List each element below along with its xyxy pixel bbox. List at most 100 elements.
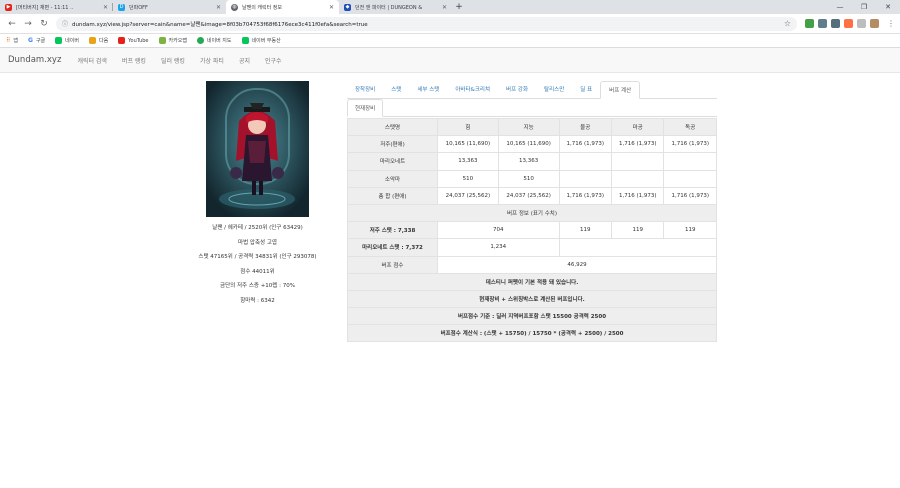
nav-virtual-party[interactable]: 가상 파티	[200, 56, 224, 65]
google-icon: G	[28, 37, 33, 44]
table-header: 마공	[610, 117, 665, 137]
detail-panel: 장착장비 스탯 세부 스탯 아바타&크리쳐 버프 강화 탈리스만 딜 표 버프 …	[347, 81, 717, 343]
bookmark-naver-realestate[interactable]: 네이버 부동산	[241, 37, 281, 44]
nav-character-search[interactable]: 캐릭터 검색	[77, 56, 107, 65]
marionette-stat-row: 마리오네트 스탯 : 7,372 1,234	[347, 238, 717, 257]
curse-stat-label: 저주 스탯 : 7,338	[347, 221, 438, 240]
note-text: 버프점수 기준 : 딜러 지역버프포함 스탯 15500 공격력 2500	[457, 314, 607, 321]
tab-buff-calc[interactable]: 버프 계산	[600, 81, 641, 99]
extensions-area: ⋮	[805, 19, 896, 28]
bookmark-apps[interactable]: ⠿ 앱	[6, 37, 18, 44]
tab-detail-stats[interactable]: 세부 스탯	[409, 81, 447, 98]
browser-tab-1[interactable]: ▶ [머티버지] 재편 - 11:11 .. ✕	[0, 0, 113, 14]
table-cell: 24,037 (25,562)	[437, 186, 499, 205]
bookmark-google[interactable]: G 구글	[28, 37, 45, 44]
row-label: 소악마	[347, 169, 438, 188]
character-illustration	[206, 81, 309, 217]
bookmark-naver[interactable]: 네이버	[55, 37, 79, 44]
browser-tab-3-active[interactable]: ◍ 날짼의 캐릭터 정보 ✕	[226, 0, 339, 14]
browser-tab-title: 날짼의 캐릭터 정보	[242, 4, 282, 11]
url-text[interactable]: dundam.xyz/view.jsp?server=cain&name=날짼&…	[72, 20, 784, 28]
menu-kebab-icon[interactable]: ⋮	[887, 19, 896, 28]
tab-damage-table[interactable]: 딜 표	[572, 81, 600, 98]
bookmark-label: 다음	[98, 38, 109, 44]
nav-population[interactable]: 인구수	[265, 56, 282, 65]
table-cell: 10,165 (11,690)	[437, 135, 499, 154]
close-tab-icon[interactable]: ✕	[442, 4, 447, 11]
table-header: 힘	[437, 117, 499, 137]
nav-buff-ranking[interactable]: 버프 랭킹	[122, 56, 146, 65]
row-label: 총 합 (편애)	[347, 186, 438, 205]
back-arrow-icon[interactable]: ←	[4, 19, 20, 29]
forward-arrow-icon[interactable]: →	[20, 19, 36, 29]
character-anti-magic-line: 항마력 : 6342	[240, 297, 275, 304]
browser-tab-4[interactable]: ◆ 던전 앤 파이터 | DUNGEON & ✕	[339, 0, 452, 14]
note-row: 버프점수 계산식 : (스탯 + 15750) / 15750 * (공격력 +…	[347, 324, 717, 343]
tab-talisman[interactable]: 탈리스만	[536, 81, 572, 98]
close-tab-icon[interactable]: ✕	[329, 4, 334, 11]
detail-tabs: 장착장비 스탯 세부 스탯 아바타&크리쳐 버프 강화 탈리스만 딜 표 버프 …	[347, 81, 717, 99]
buff-stats-table: 스탯명 힘 지능 물공 마공 독공 저주(편애) 10,165 (11,690)…	[347, 117, 717, 343]
bookmark-kakaomap[interactable]: 카카오맵	[158, 37, 187, 44]
buff-score-value: 46,929	[437, 255, 717, 274]
nav-notice[interactable]: 공지	[239, 56, 250, 65]
extension-icon[interactable]	[818, 19, 827, 28]
close-window-icon[interactable]: ✕	[876, 0, 900, 14]
note-switching: 현재장비 + 스위칭박스로 계산된 버프입니다.	[347, 289, 717, 309]
bookmark-star-icon[interactable]: ☆	[784, 19, 791, 28]
bookmark-label: 구글	[35, 38, 46, 44]
kakaomap-icon	[158, 37, 166, 44]
note-row: 현재장비 + 스위칭박스로 계산된 버프입니다.	[347, 289, 717, 309]
character-panel: 날짼 / 헤카테 / 2520위 (인구 63429) 마법 압축성 고엽 스탯…	[190, 81, 325, 308]
subtab-current-equipment[interactable]: 현재장비	[347, 99, 384, 117]
bookmark-naver-map[interactable]: 네이버 지도	[196, 37, 232, 44]
close-tab-icon[interactable]: ✕	[103, 4, 108, 11]
bookmark-daum[interactable]: 다음	[88, 37, 109, 44]
nav-dealer-ranking[interactable]: 딜러 랭킹	[161, 56, 185, 65]
table-row: 마리오네트 13,363 13,363	[347, 152, 717, 171]
info-icon[interactable]: ⓘ	[62, 19, 68, 28]
dunfaoff-favicon-icon: D	[118, 3, 125, 11]
profile-avatar[interactable]	[870, 19, 879, 28]
marionette-stat-label-text: 마리오네트 스탯 : 7,372	[362, 245, 423, 252]
extension-icon[interactable]	[844, 19, 853, 28]
bookmarks-bar: ⠿ 앱 G 구글 네이버 다음 YouTube 카카오맵 네이버 지도 네이버 …	[0, 34, 900, 48]
note-row: 데스티니 퍼펫이 기본 적용 돼 있습니다.	[347, 272, 717, 291]
note-row: 버프점수 기준 : 딜러 지역버프포함 스탯 15500 공격력 2500	[347, 307, 717, 326]
browser-toolbar: ← → ↻ ⓘ dundam.xyz/view.jsp?server=cain&…	[0, 14, 900, 34]
naver-map-icon	[196, 37, 204, 44]
window-controls: — ❐ ✕	[828, 0, 900, 14]
address-bar[interactable]: ⓘ dundam.xyz/view.jsp?server=cain&name=날…	[56, 16, 797, 31]
extension-icon[interactable]	[857, 19, 866, 28]
curse-phys-atk: 119	[558, 221, 612, 240]
close-tab-icon[interactable]: ✕	[216, 4, 221, 11]
table-row: 저주(편애) 10,165 (11,690) 10,165 (11,690) 1…	[347, 135, 717, 154]
note-text: 버프점수 계산식 : (스탯 + 15750) / 15750 * (공격력 +…	[440, 331, 624, 338]
browser-tab-bar: ▶ [머티버지] 재편 - 11:11 .. ✕ D 던파OFF ✕ ◍ 날짼의…	[0, 0, 900, 14]
globe-favicon-icon: ◍	[231, 3, 238, 11]
empty-cell	[558, 238, 717, 257]
table-cell: 10,165 (11,690)	[497, 135, 560, 154]
note-score-basis: 버프점수 기준 : 딜러 지역버프포함 스탯 15500 공격력 2500	[347, 307, 717, 326]
buff-info-title: 버프 정보 (표기 수치)	[347, 203, 717, 223]
tab-avatar-creature[interactable]: 아바타&크리쳐	[447, 81, 498, 98]
browser-tab-2[interactable]: D 던파OFF ✕	[113, 0, 226, 14]
tab-buff-enhance[interactable]: 버프 강화	[498, 81, 536, 98]
minimize-icon[interactable]: —	[828, 0, 852, 14]
extension-icon[interactable]	[831, 19, 840, 28]
table-cell	[558, 169, 612, 188]
browser-tab-title: 던전 앤 파이터 | DUNGEON &	[355, 4, 423, 11]
marionette-stat-value: 1,234	[437, 238, 560, 257]
site-brand[interactable]: Dundam.xyz	[8, 55, 61, 65]
bookmark-label: YouTube	[128, 37, 149, 44]
bookmark-youtube[interactable]: YouTube	[118, 37, 149, 44]
new-tab-icon[interactable]: +	[452, 0, 466, 14]
table-cell: 13,363	[497, 152, 560, 171]
character-portrait	[206, 81, 309, 217]
maximize-icon[interactable]: ❐	[852, 0, 876, 14]
extension-icon[interactable]	[805, 19, 814, 28]
tab-equipment[interactable]: 장착장비	[347, 81, 383, 98]
reload-icon[interactable]: ↻	[36, 19, 52, 29]
table-row: 소악마 510 510	[347, 169, 717, 188]
tab-stats[interactable]: 스탯	[383, 81, 409, 98]
